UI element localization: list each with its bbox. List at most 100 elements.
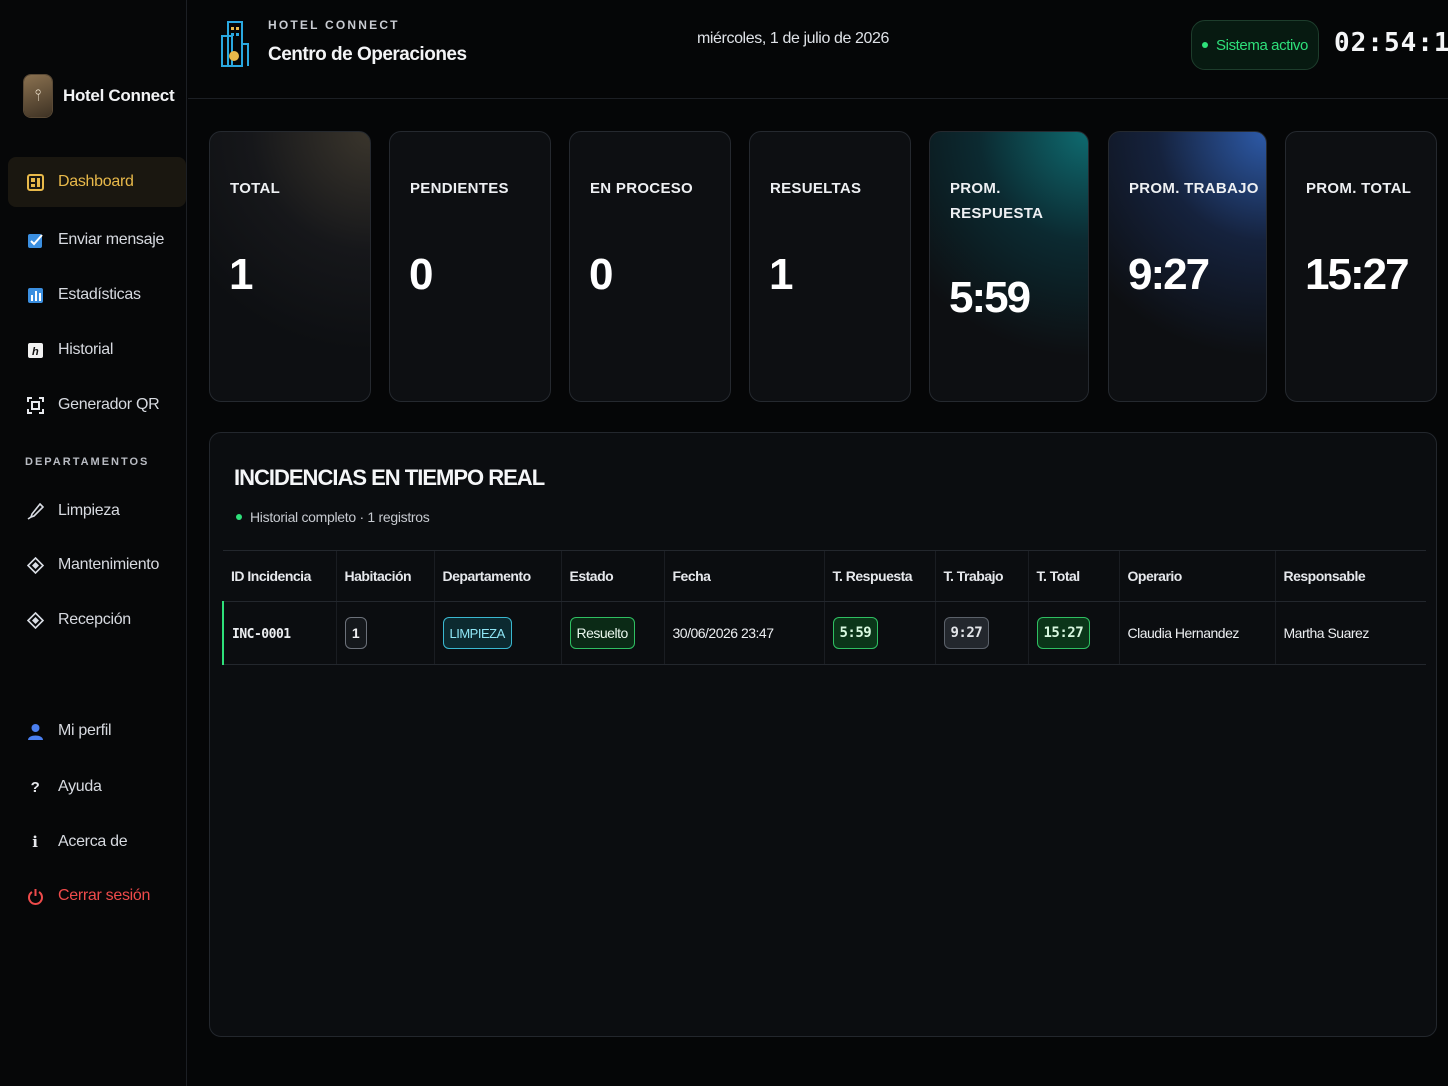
column-header[interactable]: Responsable	[1274, 550, 1426, 602]
table-header-row: ID Incidencia Habitación Departamento Es…	[223, 550, 1426, 602]
stat-card-en-proceso: EN PROCESO 0	[569, 131, 731, 402]
stat-card-prom-respuesta: PROM. RESPUESTA 5:59	[929, 131, 1089, 402]
sidebar-item-generador-qr[interactable]: Generador QR	[8, 380, 186, 430]
sidebar-item-label: Mantenimiento	[58, 556, 160, 573]
sidebar-item-label: Dashboard	[58, 173, 134, 190]
history-icon: h	[26, 341, 44, 359]
department-cell: LIMPIEZA	[433, 601, 561, 665]
qr-icon	[26, 396, 44, 414]
total-time-badge: 15:27	[1036, 617, 1091, 649]
incidents-panel: INCIDENCIAS EN TIEMPO REAL Historial com…	[209, 432, 1437, 1037]
response-time-badge: 5:59	[832, 617, 879, 649]
date-cell: 30/06/2026 23:47	[663, 601, 824, 665]
stat-card-prom-trabajo: PROM. TRABAJO 9:27	[1108, 131, 1267, 402]
sidebar-item-label: Estadísticas	[58, 286, 141, 303]
stat-label: PROM. TOTAL	[1306, 180, 1412, 197]
responsible-cell: Martha Suarez	[1274, 601, 1426, 665]
room-cell: 1	[335, 601, 434, 665]
stat-value: 0	[409, 250, 434, 299]
stat-value: 1	[769, 250, 794, 299]
brand[interactable]: ⫯ Hotel Connect	[24, 75, 175, 117]
sidebar-item-label: Enviar mensaje	[58, 231, 165, 248]
response-time-cell: 5:59	[823, 601, 935, 665]
sidebar-item-label: Cerrar sesión	[58, 887, 151, 904]
diamond-icon	[26, 556, 44, 574]
incident-id-text: INC-0001	[232, 626, 291, 642]
column-header[interactable]: ID Incidencia	[223, 550, 336, 602]
sidebar-item-estadisticas[interactable]: Estadísticas	[8, 270, 186, 320]
column-header[interactable]: T. Respuesta	[823, 550, 935, 602]
total-time-cell: 15:27	[1027, 601, 1119, 665]
status-badge: Resuelto	[569, 617, 635, 649]
brush-icon	[26, 502, 44, 520]
svg-text:h: h	[32, 346, 39, 358]
help-icon: ?	[30, 778, 40, 796]
sidebar-item-mi-perfil[interactable]: Mi perfil	[8, 706, 186, 756]
diamond-icon	[26, 611, 44, 629]
system-status-badge[interactable]: Sistema activo	[1191, 20, 1319, 70]
work-time-badge: 9:27	[943, 617, 990, 649]
column-header[interactable]: Estado	[560, 550, 664, 602]
column-header[interactable]: Habitación	[335, 550, 434, 602]
column-header[interactable]: Departamento	[433, 550, 561, 602]
stat-card-prom-total: PROM. TOTAL 15:27	[1285, 131, 1437, 402]
column-header[interactable]: Fecha	[663, 550, 824, 602]
stat-value: 9:27	[1128, 250, 1210, 299]
sidebar-item-cerrar-sesion[interactable]: Cerrar sesión	[8, 871, 186, 921]
stat-value: 1	[229, 250, 254, 299]
sidebar-item-limpieza[interactable]: Limpieza	[8, 486, 186, 536]
stat-card-pendientes: PENDIENTES 0	[389, 131, 551, 402]
stat-label: RESUELTAS	[770, 180, 862, 197]
sidebar-item-label: Generador QR	[58, 396, 160, 413]
room-badge: 1	[344, 617, 367, 649]
incidents-subtitle-text: Historial completo · 1 registros	[250, 509, 430, 525]
sidebar-item-dashboard[interactable]: Dashboard	[8, 157, 186, 207]
sidebar-item-historial[interactable]: h Historial	[8, 325, 186, 375]
send-message-icon	[26, 231, 44, 249]
incidents-table: ID Incidencia Habitación Departamento Es…	[222, 550, 1426, 665]
dashboard-icon	[26, 173, 44, 191]
stat-label: PROM. RESPUESTA	[950, 180, 1044, 222]
operator-cell: Claudia Hernandez	[1118, 601, 1275, 665]
stat-label: TOTAL	[230, 180, 281, 197]
stat-card-resueltas: RESUELTAS 1	[749, 131, 911, 402]
sidebar-item-mantenimiento[interactable]: Mantenimiento	[8, 540, 186, 590]
column-header[interactable]: Operario	[1118, 550, 1275, 602]
stat-label: EN PROCESO	[590, 180, 694, 197]
stat-label: PROM. TRABAJO	[1129, 180, 1259, 197]
department-badge: LIMPIEZA	[442, 617, 512, 649]
live-dot-icon	[236, 514, 242, 520]
hotel-logo-icon: ⫯	[24, 75, 52, 117]
top-header: HOTEL CONNECT Centro de Operaciones miér…	[188, 0, 1448, 99]
stat-value: 15:27	[1305, 250, 1410, 299]
stat-value: 0	[589, 250, 614, 299]
user-icon	[26, 722, 44, 740]
incidents-subtitle: Historial completo · 1 registros	[236, 509, 430, 525]
system-status-label: Sistema activo	[1216, 36, 1308, 54]
stat-card-total: TOTAL 1	[209, 131, 371, 402]
table-row[interactable]: INC-0001 1 LIMPIEZA Resuelto 30/06/2026 …	[222, 601, 1426, 665]
incident-id: INC-0001	[222, 601, 336, 665]
column-header[interactable]: T. Trabajo	[934, 550, 1028, 602]
sidebar-item-label: Acerca de	[58, 833, 128, 850]
column-header[interactable]: T. Total	[1027, 550, 1119, 602]
stat-value: 5:59	[949, 273, 1031, 322]
departments-title: DEPARTAMENTOS	[25, 456, 150, 468]
statistics-icon	[26, 286, 44, 304]
sidebar-item-recepcion[interactable]: Recepción	[8, 595, 186, 645]
sidebar-item-label: Mi perfil	[58, 722, 112, 739]
sidebar-item-label: Ayuda	[58, 778, 102, 795]
sidebar-item-label: Limpieza	[58, 502, 120, 519]
status-dot-icon	[1202, 42, 1209, 48]
sidebar-item-ayuda[interactable]: ? Ayuda	[8, 762, 186, 812]
sidebar-item-enviar-mensaje[interactable]: Enviar mensaje	[8, 215, 186, 265]
brand-name: Hotel Connect	[63, 86, 175, 105]
power-icon	[26, 887, 44, 905]
sidebar-item-label: Historial	[58, 341, 114, 358]
sidebar-item-label: Recepción	[58, 611, 131, 628]
status-cell: Resuelto	[560, 601, 664, 665]
sidebar: ⫯ Hotel Connect Dashboard Enviar mensaje…	[0, 0, 187, 1086]
sidebar-item-acerca-de[interactable]: i Acerca de	[8, 817, 186, 867]
info-icon: i	[32, 833, 38, 851]
incidents-title: INCIDENCIAS EN TIEMPO REAL	[234, 465, 545, 490]
